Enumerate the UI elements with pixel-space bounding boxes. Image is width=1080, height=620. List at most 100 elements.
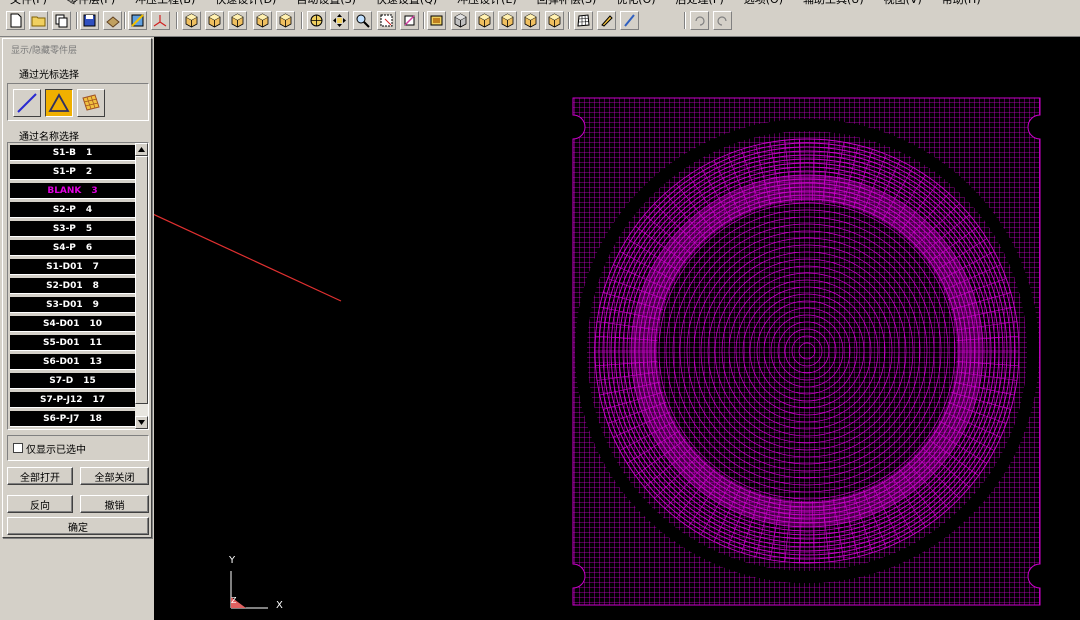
menu-item[interactable]: 快速设置(Q): [366, 0, 447, 7]
close-all-button[interactable]: 全部关闭: [80, 467, 149, 485]
layer-row[interactable]: S1-B 1: [10, 145, 136, 161]
undo-icon: [695, 16, 705, 26]
triangle-select-button[interactable]: [45, 89, 73, 117]
rotate-button[interactable]: [307, 11, 326, 30]
axis-z-label: Z: [231, 596, 237, 605]
toolbar-separator: [176, 12, 178, 29]
menu-item[interactable]: 后处理(P): [666, 0, 734, 7]
layer-row[interactable]: S2-P 4: [10, 202, 136, 218]
layer-id: 3: [91, 185, 98, 196]
import-button[interactable]: [103, 11, 122, 30]
layer-list[interactable]: S1-B 1 S1-P 2 BLANK 3 S2-P 4 S3-P 5 S4-P 6 S1-D01 7 S2…: [7, 142, 149, 430]
import-icon: [106, 16, 120, 28]
layer-row[interactable]: S5-D01 11: [10, 335, 136, 351]
axis-y-label: Y: [229, 555, 236, 566]
line-select-button[interactable]: [13, 89, 41, 117]
layer-row[interactable]: S3-D01 9: [10, 297, 136, 313]
layer-name: S2-D01: [46, 280, 83, 291]
layer-row[interactable]: S2-D01 8: [10, 278, 136, 294]
light-cube-button[interactable]: [498, 11, 517, 30]
menu-item[interactable]: 快速设计(D): [205, 0, 286, 7]
scroll-up-button[interactable]: [135, 143, 148, 156]
wire-button[interactable]: [451, 11, 470, 30]
menu-item[interactable]: 文件(F): [0, 0, 57, 7]
grid-button[interactable]: [574, 11, 593, 30]
scroll-down-button[interactable]: [135, 416, 148, 429]
top-view-button[interactable]: [276, 11, 295, 30]
open-folder-button[interactable]: [29, 11, 48, 30]
copy-button[interactable]: [52, 11, 71, 30]
ok-button[interactable]: 确定: [7, 517, 149, 535]
side-view-button[interactable]: [253, 11, 272, 30]
only-selected-group: 仅显示已选中: [7, 435, 149, 461]
menu-item[interactable]: 辅助工具(U): [793, 0, 874, 7]
menu-item[interactable]: 选项(O): [734, 0, 793, 7]
axis-icon: [153, 15, 167, 27]
iso-view-button[interactable]: [182, 11, 201, 30]
axis-button[interactable]: [151, 11, 170, 30]
layer-id: 9: [92, 299, 99, 310]
mesh-button[interactable]: [128, 11, 147, 30]
redo-button[interactable]: [713, 11, 732, 30]
arrow-up-icon: [138, 147, 145, 152]
pen-button[interactable]: [620, 11, 639, 30]
layer-id: 17: [92, 394, 106, 405]
layer-name: S3-P: [52, 223, 76, 234]
front-view-button[interactable]: [205, 11, 224, 30]
reverse-button[interactable]: 反向: [7, 495, 73, 513]
menu-item[interactable]: 视图(V): [874, 0, 932, 7]
undo-button[interactable]: 撤销: [80, 495, 149, 513]
scrollbar-thumb[interactable]: [135, 156, 148, 404]
menu-item[interactable]: 自动设置(S): [286, 0, 366, 7]
undo-button[interactable]: [690, 11, 709, 30]
layer-row[interactable]: S1-P 2: [10, 164, 136, 180]
pencil-button[interactable]: [597, 11, 616, 30]
layer-row[interactable]: S6-D01 13: [10, 354, 136, 370]
layer-row[interactable]: S1-D01 7: [10, 259, 136, 275]
layer-name: S5-D01: [42, 337, 80, 348]
only-selected-checkbox[interactable]: [13, 443, 23, 453]
line-select-icon: [17, 93, 37, 113]
pan-button[interactable]: [330, 11, 349, 30]
cursor-select-group: [7, 83, 149, 121]
layer-name: S1-D01: [46, 261, 83, 272]
save-button[interactable]: [80, 11, 99, 30]
surface-select-button[interactable]: [77, 89, 105, 117]
layer-name: S7-D: [49, 375, 74, 386]
new-file-button[interactable]: [6, 11, 25, 30]
hidden-cube-button[interactable]: [521, 11, 540, 30]
fit-button[interactable]: [400, 11, 419, 30]
layer-row[interactable]: S7-P-J12 17: [10, 392, 136, 408]
menu-item[interactable]: 冲压工程(B): [125, 0, 205, 7]
layer-row[interactable]: S3-P 5: [10, 221, 136, 237]
zoom-box-button[interactable]: [377, 11, 396, 30]
menu-bar: 文件(F)零件层(P)冲压工程(B)快速设计(D)自动设置(S)快速设置(Q)冲…: [0, 0, 1080, 7]
menu-item[interactable]: 零件层(P): [57, 0, 125, 7]
layer-row[interactable]: S7-D 15: [10, 373, 136, 389]
layer-row[interactable]: BLANK 3: [10, 183, 136, 199]
cube-button[interactable]: [545, 11, 564, 30]
cursor-select-label: 通过光标选择: [19, 70, 79, 81]
mesh-icon: [131, 14, 144, 27]
zoom-button[interactable]: [353, 11, 372, 30]
shaded-button[interactable]: [427, 11, 446, 30]
layer-list-scrollbar[interactable]: [135, 143, 148, 429]
graphics-viewport[interactable]: [154, 37, 1080, 620]
menu-item[interactable]: 冲压设计(E): [447, 0, 527, 7]
shaded-cube-button[interactable]: [475, 11, 494, 30]
pen-icon: [624, 14, 635, 27]
menu-item[interactable]: 回弹补偿(S): [527, 0, 607, 7]
menu-item[interactable]: 帮助(H): [932, 0, 991, 7]
menu-item[interactable]: 优化(O): [606, 0, 665, 7]
dialog-title: 显示/隐藏零件层: [11, 46, 78, 56]
layer-id: 18: [89, 413, 102, 424]
open-all-button[interactable]: 全部打开: [7, 467, 73, 485]
layer-name: S2-P: [52, 204, 76, 215]
light-cube-icon: [501, 13, 514, 28]
back-view-button[interactable]: [228, 11, 247, 30]
toolbar-separator: [76, 12, 78, 29]
layer-row[interactable]: S6-P-J7 18: [10, 411, 136, 427]
layer-row[interactable]: S4-D01 10: [10, 316, 136, 332]
toolbar-separator: [423, 12, 425, 29]
layer-row[interactable]: S4-P 6: [10, 240, 136, 256]
